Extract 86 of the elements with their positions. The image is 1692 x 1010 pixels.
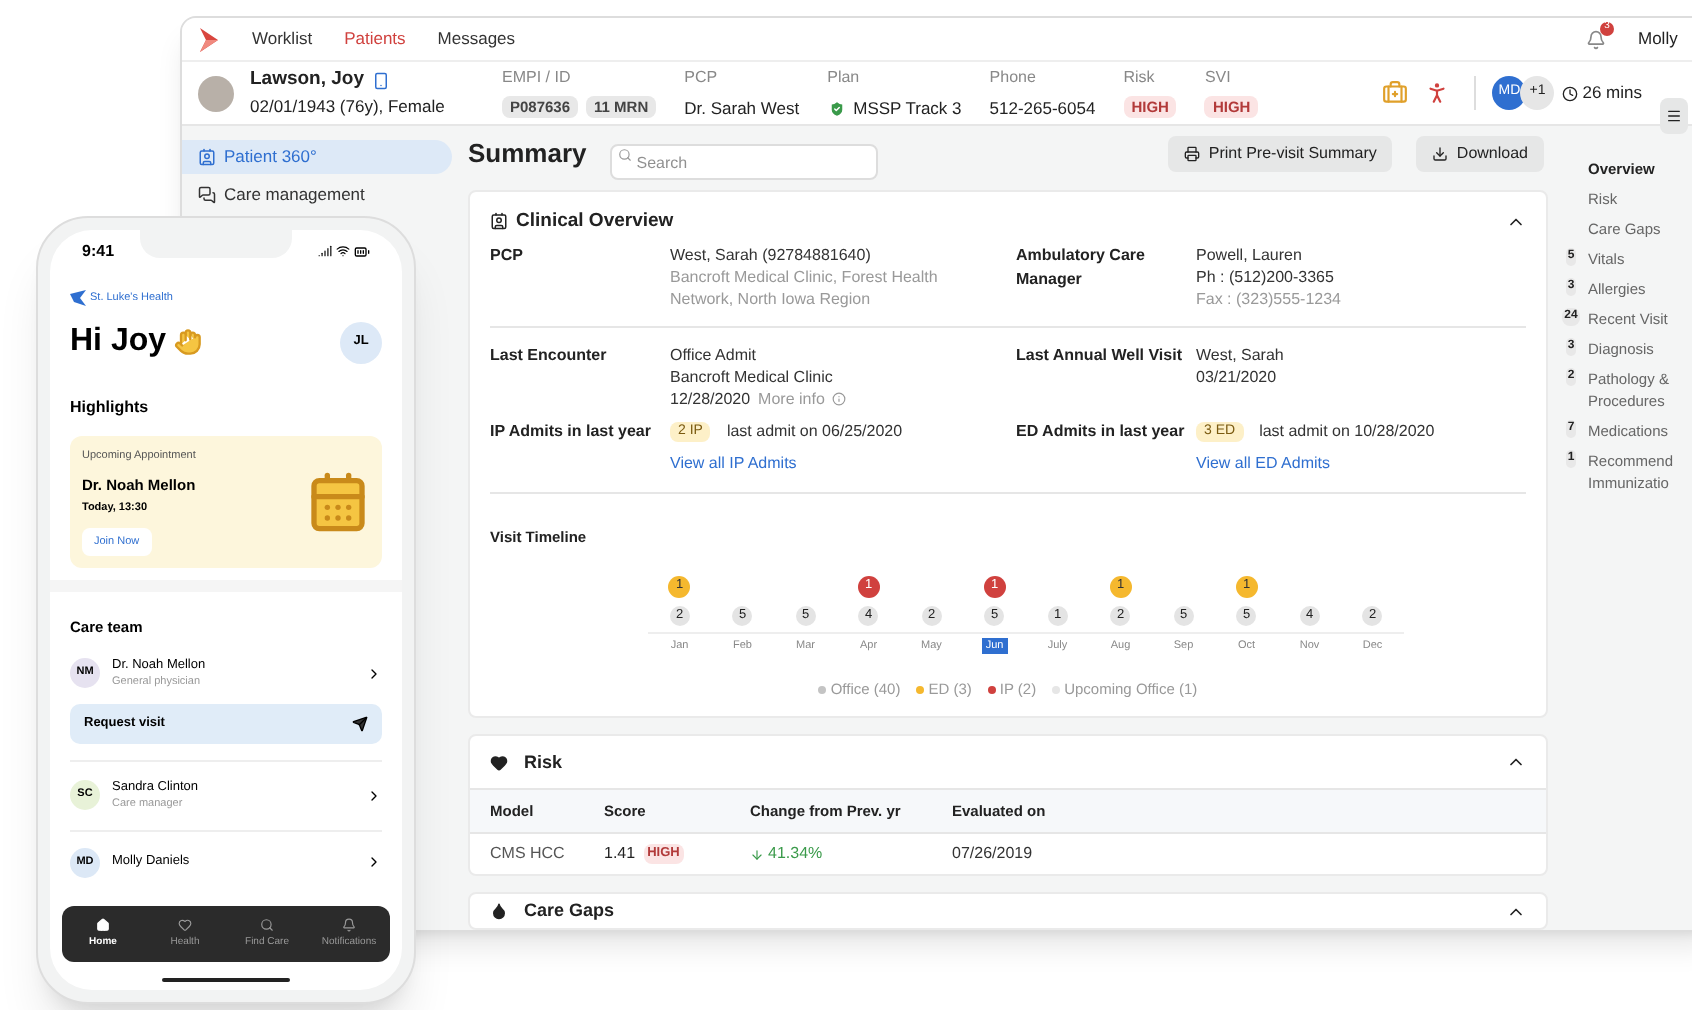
patient-details: 02/01/1943 (76y), Female	[250, 94, 447, 120]
info-icon	[832, 392, 847, 407]
row-label: ED Admits in last year	[1016, 419, 1187, 444]
row-label: PCP	[490, 243, 525, 268]
table-cell-text: CMS HCC	[490, 842, 567, 867]
field-label: PCP	[684, 65, 720, 90]
status-time: 9:41	[82, 240, 115, 264]
bell-icon	[342, 917, 356, 932]
chevron-right-icon	[366, 665, 382, 681]
field-value: 512-265-6054	[989, 95, 1096, 121]
contact-line: Fax : (323)555-1234	[1196, 287, 1341, 310]
row-label: IP Admits in last year	[490, 419, 653, 444]
droplet-icon	[490, 902, 508, 921]
menu-button[interactable]	[1660, 98, 1688, 134]
menu-icon	[1666, 108, 1682, 124]
nav-link[interactable]: Patients	[344, 26, 406, 52]
field-label: EMPI / ID	[502, 65, 573, 90]
field-label: SVI	[1204, 65, 1233, 90]
admit-note: last admit on 10/28/2020	[1259, 419, 1435, 444]
chevron-right-icon	[366, 787, 382, 803]
encounter-line: Bancroft Medical Clinic	[670, 365, 835, 388]
card-title: Care Gaps	[524, 897, 615, 924]
nav-link[interactable]: Messages	[437, 26, 516, 52]
signal-icon	[317, 244, 332, 258]
sidebar-item[interactable]: Care management	[182, 178, 452, 212]
print-button[interactable]: Print Pre-visit Summary	[1168, 135, 1393, 172]
phone-icon	[372, 71, 391, 90]
card-title: Clinical Overview	[516, 207, 674, 235]
bell-icon[interactable]	[1586, 29, 1606, 49]
row-label: Last Annual Well Visit	[1016, 343, 1184, 368]
heart-icon	[178, 917, 192, 932]
timer: 26 mins	[1582, 80, 1642, 106]
patient-name: Lawson, Joy	[250, 66, 365, 94]
view-admits-link[interactable]: View all ED Admits	[1196, 451, 1435, 476]
row-label: Last Encounter	[490, 343, 609, 368]
send-icon	[352, 715, 368, 731]
chevron-right-icon	[366, 854, 382, 870]
printer-icon	[1184, 145, 1201, 162]
messages-icon	[198, 186, 216, 204]
well-visit-line: West, Sarah	[1196, 343, 1284, 366]
contact-icon	[198, 148, 216, 166]
search-icon	[618, 147, 633, 162]
well-visit-line: 03/21/2020	[1196, 365, 1279, 388]
heart-icon	[490, 753, 508, 772]
table-cell: 41.34%	[768, 842, 823, 867]
clock-icon	[1562, 85, 1579, 101]
row-label: Ambulatory Care Manager	[1016, 243, 1147, 292]
table-cell-text: 07/26/2019	[952, 842, 1035, 867]
view-admits-link[interactable]: View all IP Admits	[670, 451, 903, 476]
table-cell: 1.41	[604, 842, 636, 867]
card-title: Risk	[524, 749, 563, 775]
greeting: Hi Joy	[70, 322, 167, 363]
search-field[interactable]: Search	[610, 144, 879, 181]
encounter-date: 12/28/2020	[670, 388, 751, 411]
section-title: Highlights	[70, 396, 151, 421]
field-label: Risk	[1123, 65, 1157, 90]
calendar-icon	[306, 470, 370, 535]
waving-hand-icon	[174, 328, 203, 357]
encounter-line: Office Admit	[670, 343, 758, 366]
field-label: Plan	[827, 65, 862, 90]
page-title: Summary	[468, 136, 587, 172]
field-value: Dr. Sarah West	[684, 95, 800, 121]
sidebar-item[interactable]: Patient 360°	[182, 140, 452, 174]
avatar-photo-placeholder	[198, 75, 234, 111]
admit-note: last admit on 06/25/2020	[726, 419, 903, 444]
contact-line: Ph : (512)200-3365	[1196, 265, 1336, 288]
wifi-icon	[335, 244, 350, 258]
home-icon	[96, 917, 110, 932]
user-name[interactable]: Molly	[1638, 26, 1692, 52]
contact-icon	[490, 212, 508, 231]
download-button[interactable]: Download	[1416, 135, 1544, 172]
field-value: MSSP Track 3	[853, 95, 962, 121]
contact-line: Powell, Lauren	[1196, 243, 1304, 266]
battery-icon	[353, 244, 370, 260]
first-aid-kit-icon	[1382, 80, 1409, 106]
contact-line: Bancroft Medical Clinic, Forest Health Network, North Iowa Region	[670, 265, 940, 310]
nav-link[interactable]: Worklist	[252, 26, 313, 52]
home-indicator	[162, 978, 290, 982]
download-icon	[1432, 145, 1449, 162]
more-info-link[interactable]: More info	[758, 387, 825, 412]
search-icon	[260, 917, 274, 932]
field-label: Phone	[989, 65, 1038, 90]
brand-logo-icon	[70, 290, 86, 307]
shield-check-icon	[827, 99, 846, 117]
contact-line: West, Sarah (92784881640)	[670, 243, 873, 266]
logo-icon	[198, 27, 220, 51]
